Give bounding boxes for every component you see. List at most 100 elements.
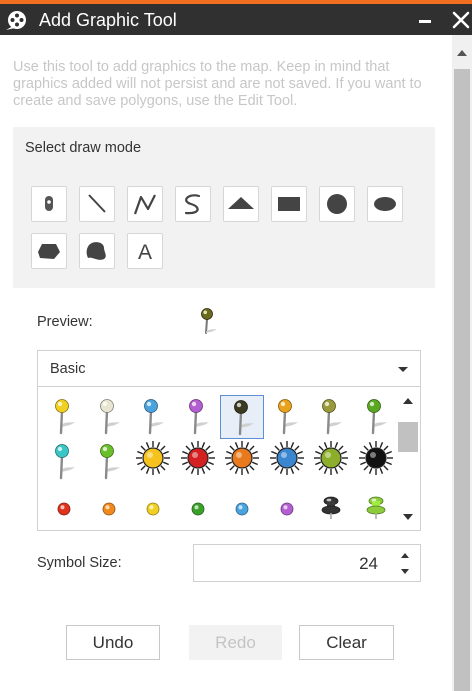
sun-icon <box>180 441 215 475</box>
thumbtack-symbol-3-8[interactable] <box>354 489 398 530</box>
dot-icon <box>235 502 249 516</box>
dot-icon <box>146 502 160 516</box>
chevron-down-icon <box>398 367 408 372</box>
symbol-size-stepper[interactable]: 24 <box>193 544 421 582</box>
pushpin-symbol-1-4[interactable] <box>176 395 220 439</box>
sun-symbol-2-5[interactable] <box>220 440 264 484</box>
dot-symbol-3-2[interactable] <box>87 489 131 530</box>
ellipse-icon <box>374 197 396 211</box>
draw-mode-polyline-button[interactable] <box>127 186 163 222</box>
rectangle-icon <box>278 197 300 211</box>
pushpin-icon <box>366 399 387 435</box>
clear-button[interactable]: Clear <box>299 625 394 660</box>
scroll-down-icon[interactable] <box>403 514 413 520</box>
draw-mode-circle-button[interactable] <box>319 186 355 222</box>
dot-icon <box>280 502 293 516</box>
dot-symbol-3-4[interactable] <box>176 489 220 530</box>
symbol-set-select[interactable]: Basic <box>37 350 421 387</box>
freehand-line-icon <box>184 194 201 215</box>
sun-icon <box>225 441 259 475</box>
pushpin-symbol-1-1[interactable] <box>42 395 86 439</box>
symbol-set-value: Basic <box>50 361 86 377</box>
window-title: Add Graphic Tool <box>39 10 177 30</box>
panel-scrollbar[interactable] <box>452 35 472 691</box>
dot-icon <box>191 502 204 516</box>
pushpin-icon <box>322 399 342 435</box>
pushpin-icon <box>277 399 298 435</box>
pushpin-symbol-1-7[interactable] <box>309 395 353 439</box>
line-icon <box>88 194 106 213</box>
circle-icon <box>327 194 347 214</box>
thumbtack-icon <box>366 496 385 519</box>
sun-symbol-2-3[interactable] <box>131 440 175 484</box>
pushpin-icon <box>55 444 75 480</box>
symbol-grid <box>37 387 421 531</box>
panel-scroll-thumb[interactable] <box>454 69 470 691</box>
dot-symbol-3-5[interactable] <box>220 489 264 530</box>
minimize-button[interactable] <box>419 20 431 23</box>
pushpin-icon <box>99 399 120 435</box>
preview-label: Preview: <box>37 314 93 330</box>
draw-mode-rectangle-button[interactable] <box>271 186 307 222</box>
pushpin-symbol-1-5[interactable] <box>220 395 264 439</box>
symbol-size-label: Symbol Size: <box>37 555 122 571</box>
symbol-size-value[interactable]: 24 <box>359 554 378 574</box>
draw-mode-ellipse-button[interactable] <box>367 186 403 222</box>
sun-symbol-2-6[interactable] <box>265 440 309 484</box>
pushpin-symbol-2-2[interactable] <box>87 440 131 484</box>
draw-mode-text-button[interactable]: A <box>127 233 163 269</box>
sun-icon <box>358 441 393 475</box>
point-icon <box>45 196 53 211</box>
sun-symbol-2-8[interactable] <box>354 440 398 484</box>
pushpin-symbol-2-1[interactable] <box>42 440 86 484</box>
draw-mode-triangle-button[interactable] <box>223 186 259 222</box>
draw-mode-point-button[interactable] <box>31 186 67 222</box>
title-bar: Add Graphic Tool <box>0 4 472 35</box>
polygon-icon <box>38 244 60 259</box>
pushpin-symbol-1-6[interactable] <box>265 395 309 439</box>
symbol-grid-scrollbar[interactable] <box>396 387 420 530</box>
dot-symbol-3-6[interactable] <box>265 489 309 530</box>
dot-symbol-3-3[interactable] <box>131 489 175 530</box>
scroll-thumb[interactable] <box>398 422 418 452</box>
pushpin-icon <box>144 399 164 435</box>
undo-button[interactable]: Undo <box>66 625 160 660</box>
sun-icon <box>136 441 170 475</box>
decrement-icon[interactable] <box>401 569 409 574</box>
thumbtack-icon <box>321 496 341 519</box>
text-icon: A <box>138 241 152 264</box>
draw-mode-label: Select draw mode <box>25 140 142 156</box>
film-reel-icon <box>6 11 26 30</box>
pushpin-symbol-1-2[interactable] <box>87 395 131 439</box>
dot-icon <box>102 502 115 516</box>
tool-panel: Use this tool to add graphics to the map… <box>0 35 452 691</box>
pushpin-symbol-1-3[interactable] <box>131 395 175 439</box>
pushpin-icon <box>234 400 254 436</box>
draw-mode-freehand-line-button[interactable] <box>175 186 211 222</box>
olive-pushpin-icon <box>201 308 217 334</box>
polyline-icon <box>133 194 156 215</box>
close-icon[interactable] <box>451 10 471 30</box>
draw-mode-line-button[interactable] <box>79 186 115 222</box>
panel-scroll-up-icon[interactable] <box>457 50 467 56</box>
pushpin-icon <box>55 399 75 435</box>
scroll-up-icon[interactable] <box>403 398 413 404</box>
sun-symbol-2-4[interactable] <box>176 440 220 484</box>
draw-mode-panel: Select draw mode A <box>13 127 435 288</box>
text-mode-glyph: A <box>138 241 152 264</box>
freehand-polygon-icon <box>86 242 106 260</box>
sun-symbol-2-7[interactable] <box>309 440 353 484</box>
pushpin-symbol-1-8[interactable] <box>354 395 398 439</box>
pushpin-icon <box>188 399 209 435</box>
redo-button[interactable]: Redo <box>189 625 282 660</box>
dot-symbol-3-1[interactable] <box>42 489 86 530</box>
increment-icon[interactable] <box>401 553 409 558</box>
thumbtack-symbol-3-7[interactable] <box>309 489 353 530</box>
triangle-icon <box>228 197 254 209</box>
draw-mode-polygon-button[interactable] <box>31 233 67 269</box>
intro-text: Use this tool to add graphics to the map… <box>13 59 422 109</box>
sun-icon <box>269 441 304 475</box>
dot-icon <box>57 502 71 516</box>
draw-mode-freehand-polygon-button[interactable] <box>79 233 115 269</box>
sun-icon <box>314 441 348 475</box>
